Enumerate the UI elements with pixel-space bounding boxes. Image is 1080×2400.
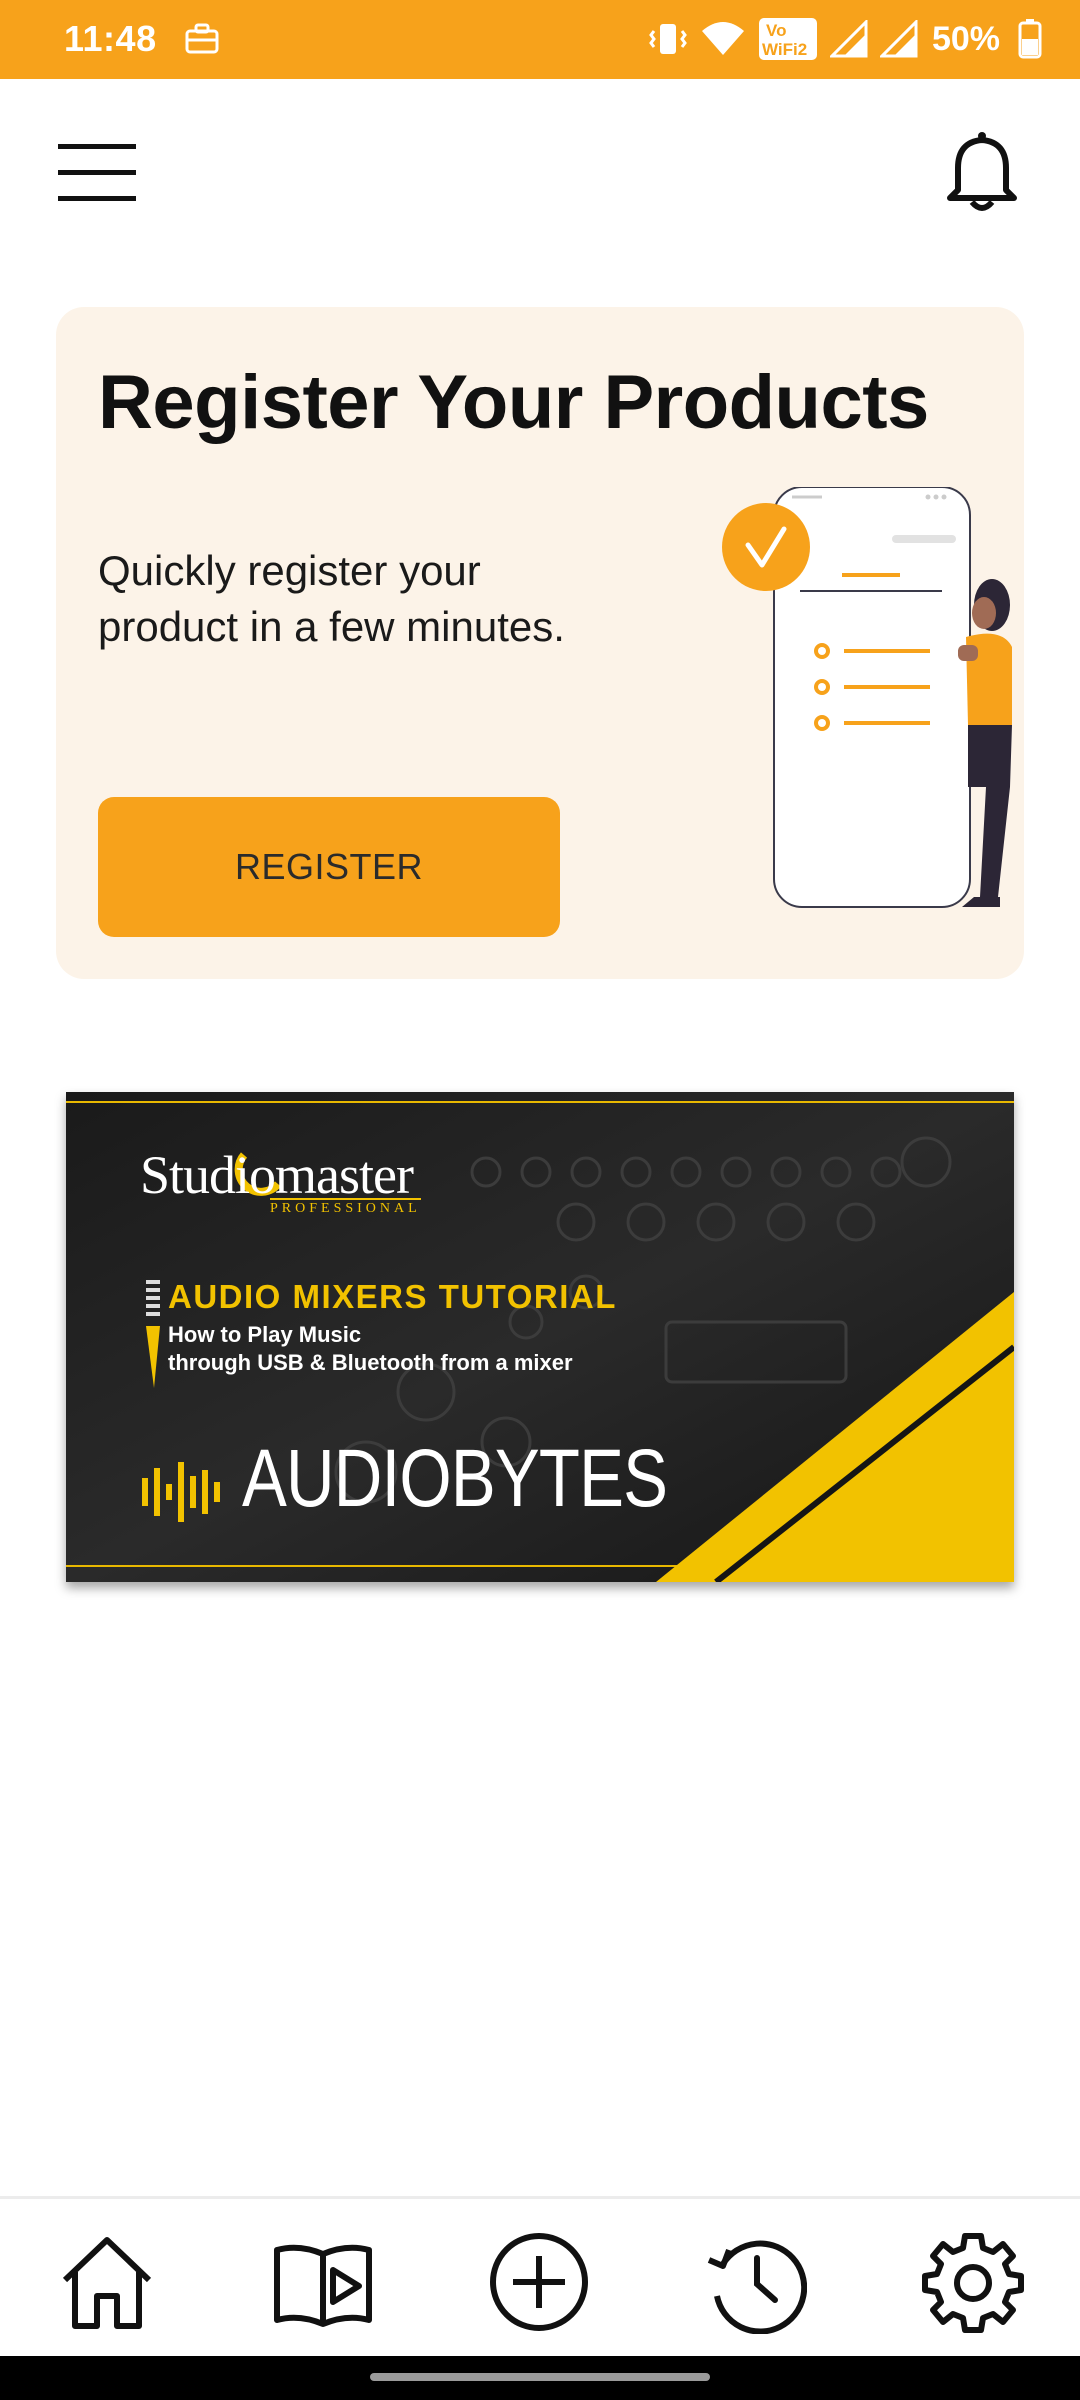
banner-logo: Studiomaster — [140, 1145, 414, 1205]
tutorial-banner[interactable]: Studiomaster PROFESSIONAL AUDIO MIXERS T… — [66, 1092, 1014, 1582]
nav-add[interactable] — [484, 2227, 594, 2337]
nav-home[interactable] — [52, 2227, 162, 2337]
menu-button[interactable] — [56, 140, 140, 204]
status-bar: 11:48 Vo WiFi2 50% — [0, 0, 1080, 79]
banner-subheading-1: How to Play Music — [168, 1322, 362, 1347]
signal-icon — [829, 20, 868, 58]
signal-icon — [879, 20, 918, 58]
bell-icon — [947, 132, 1017, 211]
vibrate-icon — [649, 24, 687, 54]
status-time: 11:48 — [64, 18, 157, 59]
home-gesture-handle[interactable] — [370, 2373, 710, 2381]
home-icon — [62, 2237, 152, 2329]
phone-checklist-illustration — [722, 487, 1012, 908]
status-icons: Vo WiFi2 50% — [648, 14, 1042, 64]
settings-icon — [922, 2233, 1024, 2333]
register-card: Register Your Products Quickly register … — [56, 307, 1024, 979]
add-circle-icon — [490, 2233, 588, 2331]
notifications-button[interactable] — [940, 128, 1024, 214]
wifi-icon — [701, 22, 744, 55]
nav-videos[interactable] — [268, 2227, 378, 2337]
banner-subheading-2: through USB & Bluetooth from a mixer — [168, 1350, 573, 1375]
banner-logo-sub: PROFESSIONAL — [270, 1198, 421, 1217]
bottom-navigation — [0, 2196, 1080, 2356]
hamburger-icon — [58, 144, 136, 201]
nav-history[interactable] — [700, 2227, 810, 2337]
banner-brand: AUDIOBYTES — [242, 1433, 668, 1524]
svg-text:WiFi2: WiFi2 — [762, 40, 807, 59]
nav-settings[interactable] — [918, 2227, 1028, 2337]
history-icon — [707, 2240, 807, 2334]
vowifi-icon: Vo WiFi2 — [758, 18, 817, 60]
register-description: Quickly register your product in a few m… — [98, 547, 565, 650]
battery-icon — [1018, 19, 1042, 59]
briefcase-icon — [185, 23, 219, 54]
gesture-bar — [0, 2356, 1080, 2400]
video-book-icon — [274, 2244, 372, 2327]
register-title: Register Your Products — [98, 360, 929, 445]
svg-text:Vo: Vo — [766, 21, 786, 40]
banner-heading: AUDIO MIXERS TUTORIAL — [168, 1278, 617, 1315]
battery-percent: 50% — [931, 19, 1000, 58]
register-button[interactable]: REGISTER — [98, 797, 560, 937]
